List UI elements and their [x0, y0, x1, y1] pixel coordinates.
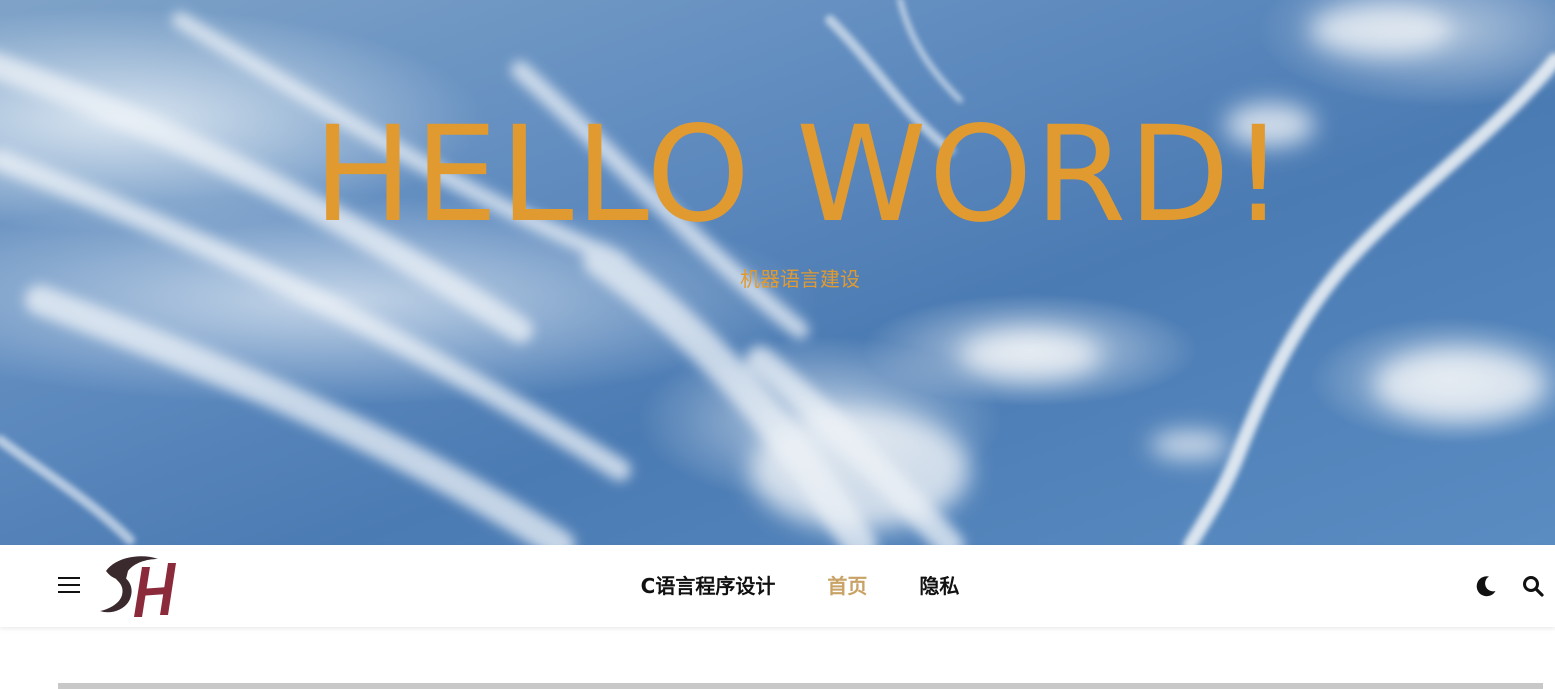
site-logo[interactable] — [96, 549, 184, 623]
menu-icon[interactable] — [58, 577, 80, 593]
logo-letter-s — [100, 577, 132, 613]
hero-banner: HELLO WORD! 机器语言建设 — [0, 0, 1555, 545]
menu-icon-bar — [58, 584, 80, 586]
logo-swoosh — [106, 556, 158, 580]
moon-icon[interactable] — [1474, 574, 1498, 598]
menu-icon-bar — [58, 591, 80, 593]
nav-link-home[interactable]: 首页 — [827, 545, 867, 627]
nav-links: C语言程序设计 首页 隐私 — [0, 545, 1555, 627]
hero-title: HELLO WORD! — [313, 98, 1287, 252]
search-icon[interactable] — [1521, 574, 1545, 598]
content-divider — [58, 683, 1543, 689]
menu-icon-bar — [58, 577, 80, 579]
nav-link-privacy[interactable]: 隐私 — [919, 545, 959, 627]
nav-link-c-programming[interactable]: C语言程序设计 — [641, 545, 776, 627]
hero-subtitle: 机器语言建设 — [740, 267, 860, 291]
main-navbar: C语言程序设计 首页 隐私 — [0, 545, 1555, 627]
page: HELLO WORD! 机器语言建设 C语言程序设计 首页 隐私 — [0, 0, 1555, 689]
